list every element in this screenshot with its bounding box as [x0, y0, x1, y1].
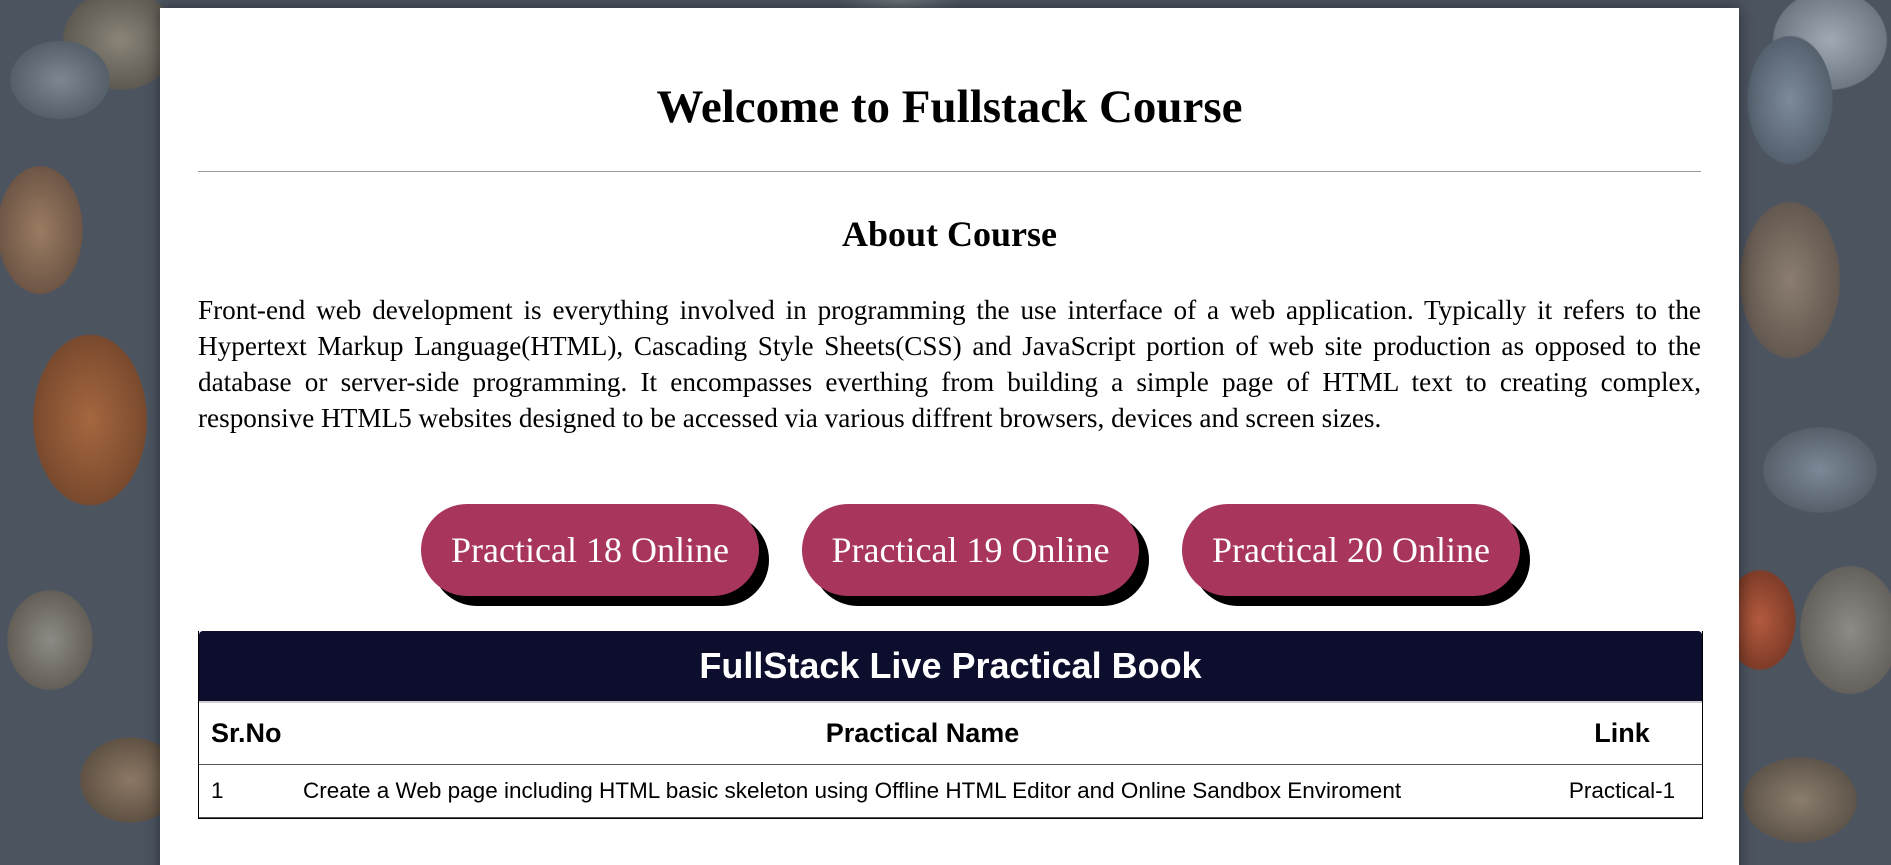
practical-19-button[interactable]: Practical 19 Online [802, 504, 1139, 596]
header-sr-no: Sr.No [199, 703, 303, 765]
row-sr-no: 1 [199, 764, 303, 818]
table-caption: FullStack Live Practical Book [199, 631, 1702, 703]
practical-book-table: FullStack Live Practical Book Sr.No Prac… [198, 631, 1703, 819]
page-title: Welcome to Fullstack Course [656, 81, 1243, 133]
about-paragraph: Front-end web development is everything … [198, 295, 1701, 433]
row-practical-name: Create a Web page including HTML basic s… [303, 764, 1542, 818]
horizontal-divider [198, 171, 1701, 172]
practical-table: Sr.No Practical Name Link 1 Create a Web… [199, 703, 1702, 818]
header-practical-name: Practical Name [303, 703, 1542, 765]
practical-button-row: Practical 18 Online Practical 19 Online … [160, 504, 1739, 604]
row-practical-link[interactable]: Practical-1 [1542, 764, 1702, 818]
header-link: Link [1542, 703, 1702, 765]
practical-20-button[interactable]: Practical 20 Online [1182, 504, 1520, 596]
practical-18-button[interactable]: Practical 18 Online [421, 504, 759, 596]
about-heading: About Course [841, 214, 1057, 254]
table-header-row: Sr.No Practical Name Link [199, 703, 1702, 765]
table-row: 1 Create a Web page including HTML basic… [199, 764, 1702, 818]
content-card: Welcome to Fullstack Course About Course… [160, 8, 1739, 865]
